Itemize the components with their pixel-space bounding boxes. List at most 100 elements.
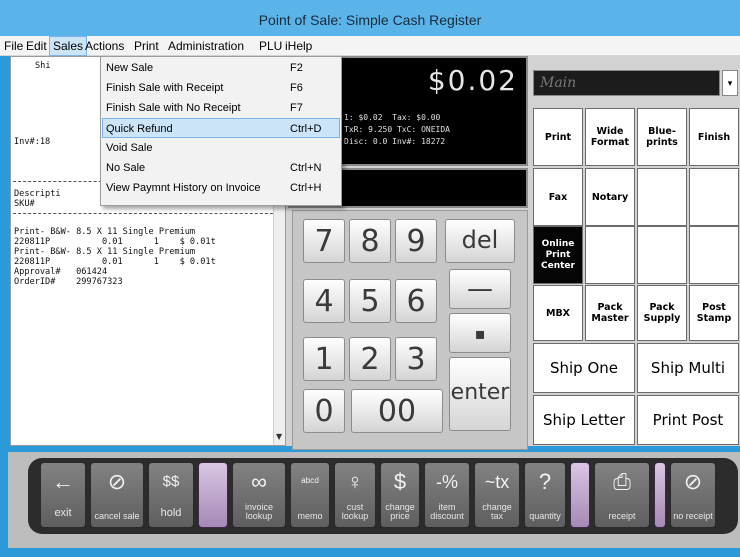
key-0[interactable]: 0	[303, 389, 345, 433]
cust-lookup-label: cust lookup	[341, 502, 369, 521]
grid-button-fax[interactable]: Fax	[533, 168, 583, 226]
grid-button-print-post[interactable]: Print Post	[637, 395, 739, 445]
change-tax-button[interactable]: ~tx change tax	[474, 462, 520, 528]
percent-icon: -%	[436, 472, 458, 492]
grid-button-empty[interactable]	[585, 226, 635, 284]
key-1[interactable]: 1	[303, 337, 345, 381]
grid-button-ship-letter[interactable]: Ship Letter	[533, 395, 635, 445]
memo-button[interactable]: ᵃᵇᶜᵈ memo	[290, 462, 330, 528]
key-7[interactable]: 7	[303, 219, 345, 263]
menu-item-finish-with-receipt[interactable]: Finish Sale with Receipt F6	[102, 78, 340, 98]
printer-icon: ⎙	[613, 469, 631, 494]
change-price-button[interactable]: $ change price	[380, 462, 420, 528]
grid-button-notary[interactable]: Notary	[585, 168, 635, 226]
receipt-line: 220811P 0.01 1 $ 0.01t	[14, 257, 216, 267]
no-receipt-button[interactable]: ⊘ no receipt	[670, 462, 716, 528]
key-5[interactable]: 5	[349, 279, 391, 323]
key-enter[interactable]: enter	[449, 357, 511, 431]
invoice-lookup-button[interactable]: ∞ invoice lookup	[232, 462, 286, 528]
quantity-label: quantity	[529, 511, 561, 521]
display-line: Disc: 0.0 Inv#: 18272	[344, 137, 446, 146]
receipt-approval: Approval# 061424	[14, 267, 108, 277]
grid-button-blueprints[interactable]: Blue-prints	[637, 108, 687, 166]
menu-actions[interactable]: Actions	[82, 36, 127, 56]
grid-button-print[interactable]: Print	[533, 108, 583, 166]
dollar-circle-icon: $	[393, 469, 407, 494]
menu-print[interactable]: Print	[131, 36, 162, 56]
toolbar-spacer	[570, 462, 590, 528]
receipt-invoice: Inv#:18	[14, 137, 51, 147]
menu-item-no-sale[interactable]: No Sale Ctrl+N	[102, 158, 340, 178]
grid-button-empty[interactable]	[689, 226, 739, 284]
grid-button-empty[interactable]	[637, 226, 687, 284]
menu-item-label: Void Sale	[106, 142, 153, 154]
grid-button-mbx[interactable]: MBX	[533, 285, 583, 341]
menu-item-void-sale[interactable]: Void Sale	[102, 138, 340, 158]
menu-item-label: Quick Refund	[106, 123, 173, 135]
receipt-header: Shi	[35, 61, 51, 71]
memo-icon: ᵃᵇᶜᵈ	[301, 475, 319, 489]
menu-item-new-sale[interactable]: New Sale F2	[102, 58, 340, 78]
category-select[interactable]: Main	[533, 70, 720, 96]
key-00[interactable]: 00	[351, 389, 443, 433]
invoice-lookup-label: invoice lookup	[244, 502, 273, 521]
menu-item-label: No Sale	[106, 162, 146, 174]
grid-button-empty[interactable]	[689, 168, 739, 226]
total-amount: $0.02	[427, 64, 518, 97]
no-cart-icon: ⊘	[107, 469, 127, 494]
grid-button-ship-one[interactable]: Ship One	[533, 343, 635, 393]
customer-display: $0.02 1: $0.02 Tax: $0.00 TxR: 9.250 TxC…	[328, 56, 528, 166]
grid-button-ship-multi[interactable]: Ship Multi	[637, 343, 739, 393]
receipt-line: Print- B&W- 8.5 X 11 Single Premium	[14, 227, 196, 237]
cancel-sale-button[interactable]: ⊘ cancel sale	[90, 462, 144, 528]
dollars-icon: $$	[162, 473, 180, 490]
receipt-col-description: Descripti	[14, 189, 61, 199]
memo-label: memo	[297, 511, 323, 521]
menu-item-shortcut: F6	[290, 82, 303, 94]
key-decimal[interactable]: ▪	[449, 313, 511, 353]
menu-item-shortcut: F2	[290, 62, 303, 74]
key-9[interactable]: 9	[395, 219, 437, 263]
cust-lookup-button[interactable]: ♀ cust lookup	[334, 462, 376, 528]
key-8[interactable]: 8	[349, 219, 391, 263]
numeric-keypad: 7 8 9 del 4 5 6 — ▪ 1 2 3 enter 0 00	[292, 210, 528, 450]
triangle-down-icon[interactable]: ▾	[722, 70, 738, 96]
receipt-label: receipt	[608, 511, 636, 521]
menu-item-payment-history[interactable]: View Paymnt History on Invoice Ctrl+H	[102, 178, 340, 198]
menu-item-label: Finish Sale with No Receipt	[106, 102, 241, 114]
cancel-sale-label: cancel sale	[94, 511, 140, 521]
menu-plu[interactable]: PLU	[256, 36, 285, 56]
item-discount-button[interactable]: -% item discount	[424, 462, 470, 528]
toolbar-spacer	[198, 462, 228, 528]
quantity-button[interactable]: ? quantity	[524, 462, 566, 528]
menu-bar: File Edit Sales Actions Print Administra…	[0, 36, 740, 56]
grid-button-post-stamp[interactable]: Post Stamp	[689, 285, 739, 341]
hold-button[interactable]: $$ hold	[148, 462, 194, 528]
item-discount-label: item discount	[430, 502, 464, 521]
key-del[interactable]: del	[445, 219, 515, 263]
exit-button[interactable]: ← exit	[40, 462, 86, 528]
grid-button-online-print-center[interactable]: Online Print Center	[533, 226, 583, 284]
grid-button-pack-master[interactable]: Pack Master	[585, 285, 635, 341]
key-6[interactable]: 6	[395, 279, 437, 323]
grid-button-wide-format[interactable]: Wide Format	[585, 108, 635, 166]
key-minus[interactable]: —	[449, 269, 511, 309]
menu-item-quick-refund[interactable]: Quick Refund Ctrl+D	[102, 118, 340, 138]
question-icon: ?	[538, 469, 552, 494]
key-2[interactable]: 2	[349, 337, 391, 381]
menu-item-finish-no-receipt[interactable]: Finish Sale with No Receipt F7	[102, 98, 340, 118]
menu-edit[interactable]: Edit	[23, 36, 50, 56]
menu-ihelp[interactable]: iHelp	[282, 36, 315, 56]
receipt-button[interactable]: ⎙ receipt	[594, 462, 650, 528]
key-4[interactable]: 4	[303, 279, 345, 323]
scroll-down-icon[interactable]: ▼	[276, 432, 282, 441]
key-3[interactable]: 3	[395, 337, 437, 381]
sales-menu-dropdown: New Sale F2 Finish Sale with Receipt F6 Fi…	[100, 56, 342, 206]
exit-label: exit	[54, 507, 72, 519]
hold-label: hold	[160, 507, 182, 519]
grid-button-empty[interactable]	[637, 168, 687, 226]
receipt-orderid: OrderID# 299767323	[14, 277, 123, 287]
menu-administration[interactable]: Administration	[165, 36, 247, 56]
grid-button-pack-supply[interactable]: Pack Supply	[637, 285, 687, 341]
grid-button-finish[interactable]: Finish	[689, 108, 739, 166]
